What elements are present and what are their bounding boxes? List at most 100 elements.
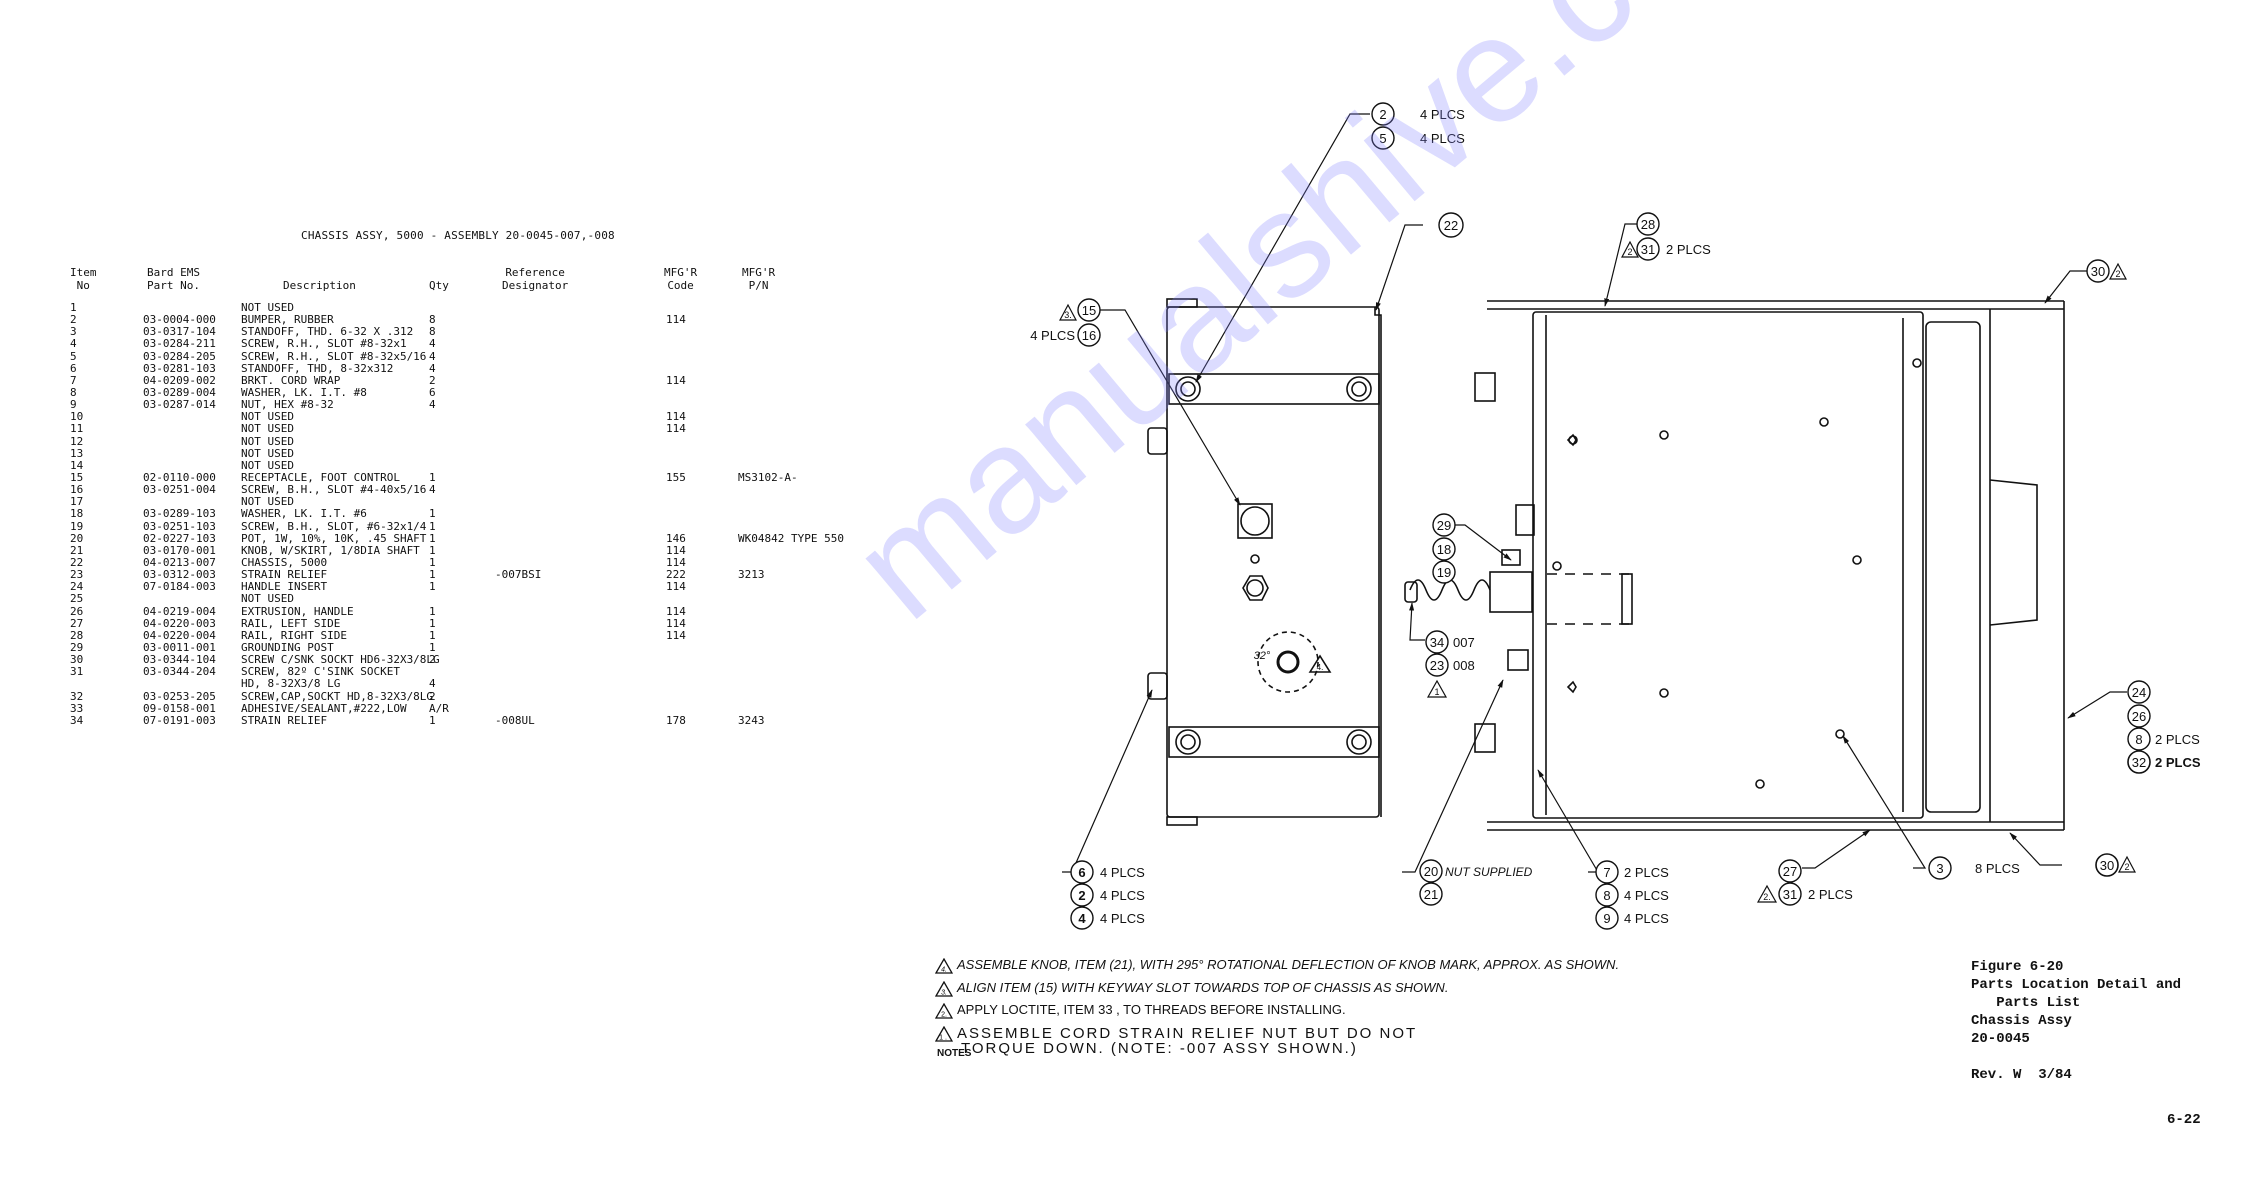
svg-text:2: 2 bbox=[1627, 247, 1632, 257]
flag-2-30-bottom: 2 bbox=[2118, 855, 2136, 873]
callout-7-note: 2 PLCS bbox=[1624, 865, 1669, 880]
callout-6: 6 bbox=[1070, 860, 1094, 884]
callout-31-top-note: 2 PLCS bbox=[1666, 242, 1711, 257]
notes-label: NOTES bbox=[937, 1048, 972, 1059]
callout-7: 7 bbox=[1595, 860, 1619, 884]
callout-22: 22 bbox=[1438, 212, 1464, 238]
callout-28: 28 bbox=[1636, 212, 1660, 236]
svg-text:28: 28 bbox=[1641, 217, 1655, 232]
svg-text:6: 6 bbox=[1078, 865, 1085, 880]
svg-text:34: 34 bbox=[1430, 635, 1444, 650]
note-text: APPLY LOCTITE, ITEM 33 , TO THREADS BEFO… bbox=[957, 1002, 1346, 1017]
figure-caption: Figure 6-20 Parts Location Detail and Pa… bbox=[1971, 959, 2182, 1083]
svg-text:2.: 2. bbox=[941, 1011, 947, 1018]
svg-text:2: 2 bbox=[1078, 888, 1085, 903]
callout-34-note: 007 bbox=[1453, 635, 1475, 650]
leader-lines bbox=[1062, 113, 2127, 873]
callout-31-top: 31 bbox=[1636, 237, 1660, 261]
svg-text:22: 22 bbox=[1444, 218, 1458, 233]
note-item: 2. APPLY LOCTITE, ITEM 33 , TO THREADS BE… bbox=[935, 1002, 1346, 1019]
note-flag-triangle-icon: 3. bbox=[935, 980, 953, 997]
callout-2-bottom-note: 4 PLCS bbox=[1100, 888, 1145, 903]
note-text: TORQUE DOWN. (NOTE: -007 ASSY SHOWN.) bbox=[961, 1040, 1358, 1057]
svg-text:2: 2 bbox=[2115, 269, 2120, 279]
svg-text:30: 30 bbox=[2100, 858, 2114, 873]
flag-1: 1 bbox=[1426, 679, 1448, 698]
note-text: ALIGN ITEM (15) WITH KEYWAY SLOT TOWARDS… bbox=[957, 980, 1449, 995]
note-flag-triangle-icon: 2. bbox=[935, 1002, 953, 1019]
callout-8-bottom: 8 bbox=[1595, 883, 1619, 907]
svg-text:4: 4 bbox=[1078, 911, 1086, 926]
rear-panel-view bbox=[1147, 298, 1382, 826]
svg-text:24: 24 bbox=[2132, 685, 2146, 700]
svg-text:8: 8 bbox=[2135, 732, 2142, 747]
svg-text:2: 2 bbox=[1379, 107, 1386, 122]
callout-3: 3 bbox=[1928, 856, 1952, 880]
svg-text:19: 19 bbox=[1437, 565, 1451, 580]
callout-19: 19 bbox=[1432, 560, 1456, 584]
svg-text:30: 30 bbox=[2091, 264, 2105, 279]
svg-text:15: 15 bbox=[1082, 303, 1096, 318]
callout-24: 24 bbox=[2127, 680, 2151, 704]
svg-text:3.: 3. bbox=[1064, 310, 1072, 320]
callout-9: 9 bbox=[1595, 906, 1619, 930]
note-flag-triangle-icon: 4. bbox=[935, 957, 953, 974]
flag-3: 3. bbox=[1059, 303, 1077, 321]
callout-18: 18 bbox=[1432, 537, 1456, 561]
svg-text:23: 23 bbox=[1430, 658, 1444, 673]
svg-text:20: 20 bbox=[1424, 864, 1438, 879]
callout-8-right: 8 bbox=[2127, 727, 2151, 751]
flag-2-top: 2 bbox=[1621, 240, 1639, 258]
svg-text:3: 3 bbox=[1936, 861, 1943, 876]
svg-text:27: 27 bbox=[1783, 864, 1797, 879]
callout-9-note: 4 PLCS bbox=[1624, 911, 1669, 926]
callout-34: 34 bbox=[1425, 630, 1449, 654]
callout-2-top: 2 bbox=[1371, 102, 1395, 126]
flag-2-30-top: 2 bbox=[2109, 262, 2127, 280]
svg-text:31: 31 bbox=[1641, 242, 1655, 257]
callout-23-note: 008 bbox=[1453, 658, 1475, 673]
callout-4: 4 bbox=[1070, 906, 1094, 930]
svg-text:31: 31 bbox=[1783, 887, 1797, 902]
note-item: 3. ALIGN ITEM (15) WITH KEYWAY SLOT TOWAR… bbox=[935, 980, 1448, 997]
callout-2-top-note: 4 PLCS bbox=[1420, 107, 1465, 122]
page-number: 6-22 bbox=[2167, 1112, 2201, 1128]
svg-text:26: 26 bbox=[2132, 709, 2146, 724]
callout-30-top: 30 bbox=[2086, 259, 2110, 283]
callout-31-bottom: 31 bbox=[1778, 882, 1802, 906]
svg-text:29: 29 bbox=[1437, 518, 1451, 533]
top-chassis-view bbox=[1404, 300, 2065, 831]
svg-text:21: 21 bbox=[1424, 887, 1438, 902]
callout-16-note: 4 PLCS bbox=[1030, 328, 1075, 343]
callout-3-note: 8 PLCS bbox=[1975, 861, 2020, 876]
callout-32: 32 bbox=[2127, 750, 2151, 774]
callout-20-note: NUT SUPPLIED bbox=[1445, 865, 1533, 879]
callout-26: 26 bbox=[2127, 704, 2151, 728]
svg-text:8: 8 bbox=[1603, 888, 1610, 903]
svg-text:16: 16 bbox=[1082, 328, 1096, 343]
callout-31-bottom-note: 2 PLCS bbox=[1808, 887, 1853, 902]
callout-20: 20 bbox=[1419, 859, 1443, 883]
callout-2-bottom: 2 bbox=[1070, 883, 1094, 907]
callout-5-top-note: 4 PLCS bbox=[1420, 131, 1465, 146]
callout-5-top: 5 bbox=[1371, 126, 1395, 150]
callout-21: 21 bbox=[1419, 882, 1443, 906]
svg-text:7: 7 bbox=[1603, 865, 1610, 880]
callout-29: 29 bbox=[1432, 513, 1456, 537]
note-text: ASSEMBLE KNOB, ITEM (21), WITH 295° ROTA… bbox=[957, 957, 1620, 972]
note-item: TORQUE DOWN. (NOTE: -007 ASSY SHOWN.) bbox=[935, 1040, 1358, 1057]
svg-text:2: 2 bbox=[2124, 862, 2129, 872]
callout-32-note: 2 PLCS bbox=[2155, 755, 2201, 770]
svg-text:4.: 4. bbox=[941, 966, 947, 973]
svg-text:18: 18 bbox=[1437, 542, 1451, 557]
callout-15: 15 bbox=[1077, 298, 1101, 322]
callout-23: 23 bbox=[1425, 653, 1449, 677]
callout-8-right-note: 2 PLCS bbox=[2155, 732, 2200, 747]
callout-27: 27 bbox=[1778, 859, 1802, 883]
callout-8-bottom-note: 4 PLCS bbox=[1624, 888, 1669, 903]
svg-text:32: 32 bbox=[2132, 755, 2146, 770]
knob-flag: 4. bbox=[1317, 663, 1324, 672]
svg-text:1: 1 bbox=[1434, 687, 1439, 697]
svg-text:5: 5 bbox=[1379, 131, 1386, 146]
callout-16: 16 bbox=[1077, 323, 1101, 347]
